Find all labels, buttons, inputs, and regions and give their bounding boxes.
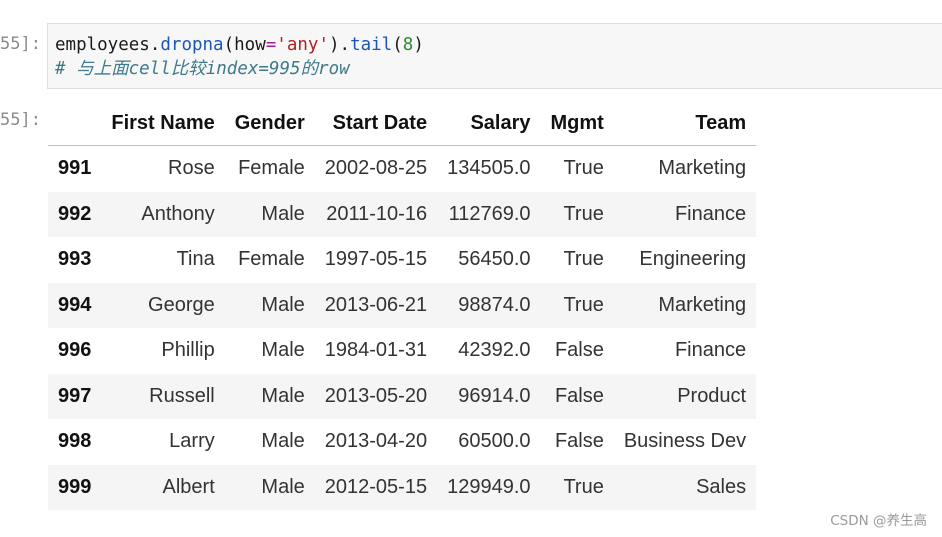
dataframe-output-table: First Name Gender Start Date Salary Mgmt… — [48, 101, 757, 510]
column-header-team: Team — [613, 101, 757, 146]
column-header-mgmt: Mgmt — [540, 101, 614, 146]
column-header-first-name: First Name — [101, 101, 225, 146]
cell-mgmt: True — [563, 248, 604, 271]
code-comment: # 与上面cell比较index=995的row — [55, 59, 350, 79]
cell-first-name: Russell — [149, 384, 215, 407]
cell-mgmt: True — [563, 157, 604, 180]
cell-start-date: 2013-06-21 — [324, 293, 428, 316]
cell-first-name: Tina — [176, 248, 215, 271]
output-prompt: 55]: — [0, 110, 41, 130]
column-header-salary: Salary — [437, 101, 541, 146]
cell-first-name: Larry — [169, 430, 215, 453]
cell-first-name: Phillip — [161, 339, 215, 362]
cell-gender: Male — [261, 293, 305, 316]
cell-salary: 98874.0 — [458, 293, 531, 316]
column-header-gender: Gender — [224, 101, 315, 146]
code-token-method-dropna: dropna — [160, 35, 224, 55]
cell-start-date: 2011-10-16 — [326, 202, 428, 225]
cell-mgmt: False — [554, 339, 604, 362]
table-row: 994 George Male 2013-06-21 98874.0 True … — [48, 282, 757, 328]
table-header-row: First Name Gender Start Date Salary Mgmt… — [48, 101, 757, 146]
code-token-equals: = — [265, 35, 277, 55]
table-row: 998 Larry Male 2013-04-20 60500.0 False … — [48, 419, 757, 465]
code-cell-editor[interactable]: employees.dropna(how='any').tail(8) # 与上… — [47, 23, 942, 89]
table-row: 991 Rose Female 2002-08-25 134505.0 True… — [48, 145, 757, 192]
row-index: 994 — [58, 293, 92, 316]
cell-first-name: Albert — [162, 475, 215, 498]
cell-salary: 56450.0 — [458, 248, 531, 271]
cell-salary: 42392.0 — [458, 339, 531, 362]
code-token-paren-open-2: ( — [392, 35, 403, 55]
cell-start-date: 2002-08-25 — [324, 157, 428, 180]
code-token-paren-dot: ). — [328, 35, 351, 55]
table-row: 992 Anthony Male 2011-10-16 112769.0 Tru… — [48, 191, 757, 237]
cell-mgmt: False — [554, 384, 604, 407]
cell-first-name: Rose — [168, 157, 215, 180]
code-token-dot: . — [149, 35, 161, 55]
row-index: 991 — [58, 157, 92, 180]
row-index: 992 — [58, 202, 92, 225]
cell-mgmt: True — [563, 202, 604, 225]
table-row: 999 Albert Male 2012-05-15 129949.0 True… — [48, 464, 757, 510]
cell-first-name: George — [148, 293, 215, 316]
code-token-paren-close: ) — [413, 35, 424, 55]
row-index: 993 — [58, 248, 92, 271]
table-row: 996 Phillip Male 1984-01-31 42392.0 Fals… — [48, 328, 757, 374]
cell-start-date: 1984-01-31 — [324, 339, 428, 362]
cell-gender: Male — [261, 430, 305, 453]
cell-mgmt: False — [554, 430, 604, 453]
cell-mgmt: True — [563, 293, 604, 316]
cell-gender: Male — [261, 339, 305, 362]
cell-start-date: 1997-05-15 — [324, 248, 428, 271]
cell-start-date: 2013-05-20 — [324, 384, 428, 407]
code-token-string: 'any' — [276, 35, 329, 55]
cell-team: Product — [677, 384, 747, 407]
row-index: 997 — [58, 384, 92, 407]
cell-team: Finance — [674, 202, 747, 225]
cell-team: Finance — [674, 339, 747, 362]
cell-team: Marketing — [658, 293, 747, 316]
cell-start-date: 2012-05-15 — [324, 475, 428, 498]
cell-salary: 134505.0 — [447, 157, 531, 180]
cell-salary: 60500.0 — [458, 430, 531, 453]
table-row: 997 Russell Male 2013-05-20 96914.0 Fals… — [48, 373, 757, 419]
cell-first-name: Anthony — [141, 202, 215, 225]
column-header-start-date: Start Date — [314, 101, 438, 146]
input-prompt: 55]: — [0, 34, 41, 54]
code-token-number: 8 — [402, 35, 414, 55]
cell-gender: Female — [238, 157, 305, 180]
cell-gender: Male — [261, 202, 305, 225]
code-token-variable: employees — [55, 35, 150, 55]
cell-mgmt: True — [563, 475, 604, 498]
cell-salary: 112769.0 — [448, 202, 531, 225]
column-header-index — [48, 101, 102, 146]
code-token-method-tail: tail — [350, 35, 393, 55]
cell-team: Business Dev — [623, 430, 747, 453]
cell-salary: 96914.0 — [458, 384, 531, 407]
row-index: 998 — [58, 430, 92, 453]
code-token-kwarg: how — [234, 35, 266, 55]
table-row: 993 Tina Female 1997-05-15 56450.0 True … — [48, 237, 757, 283]
cell-salary: 129949.0 — [447, 475, 531, 498]
cell-team: Marketing — [658, 157, 747, 180]
row-index: 996 — [58, 339, 92, 362]
cell-start-date: 2013-04-20 — [324, 430, 428, 453]
watermark: CSDN @养生高 — [830, 513, 927, 529]
cell-team: Sales — [696, 475, 747, 498]
cell-gender: Male — [261, 475, 305, 498]
cell-team: Engineering — [639, 248, 747, 271]
code-token-paren-open: ( — [223, 35, 235, 55]
cell-gender: Female — [238, 248, 305, 271]
row-index: 999 — [58, 475, 92, 498]
cell-gender: Male — [261, 384, 305, 407]
